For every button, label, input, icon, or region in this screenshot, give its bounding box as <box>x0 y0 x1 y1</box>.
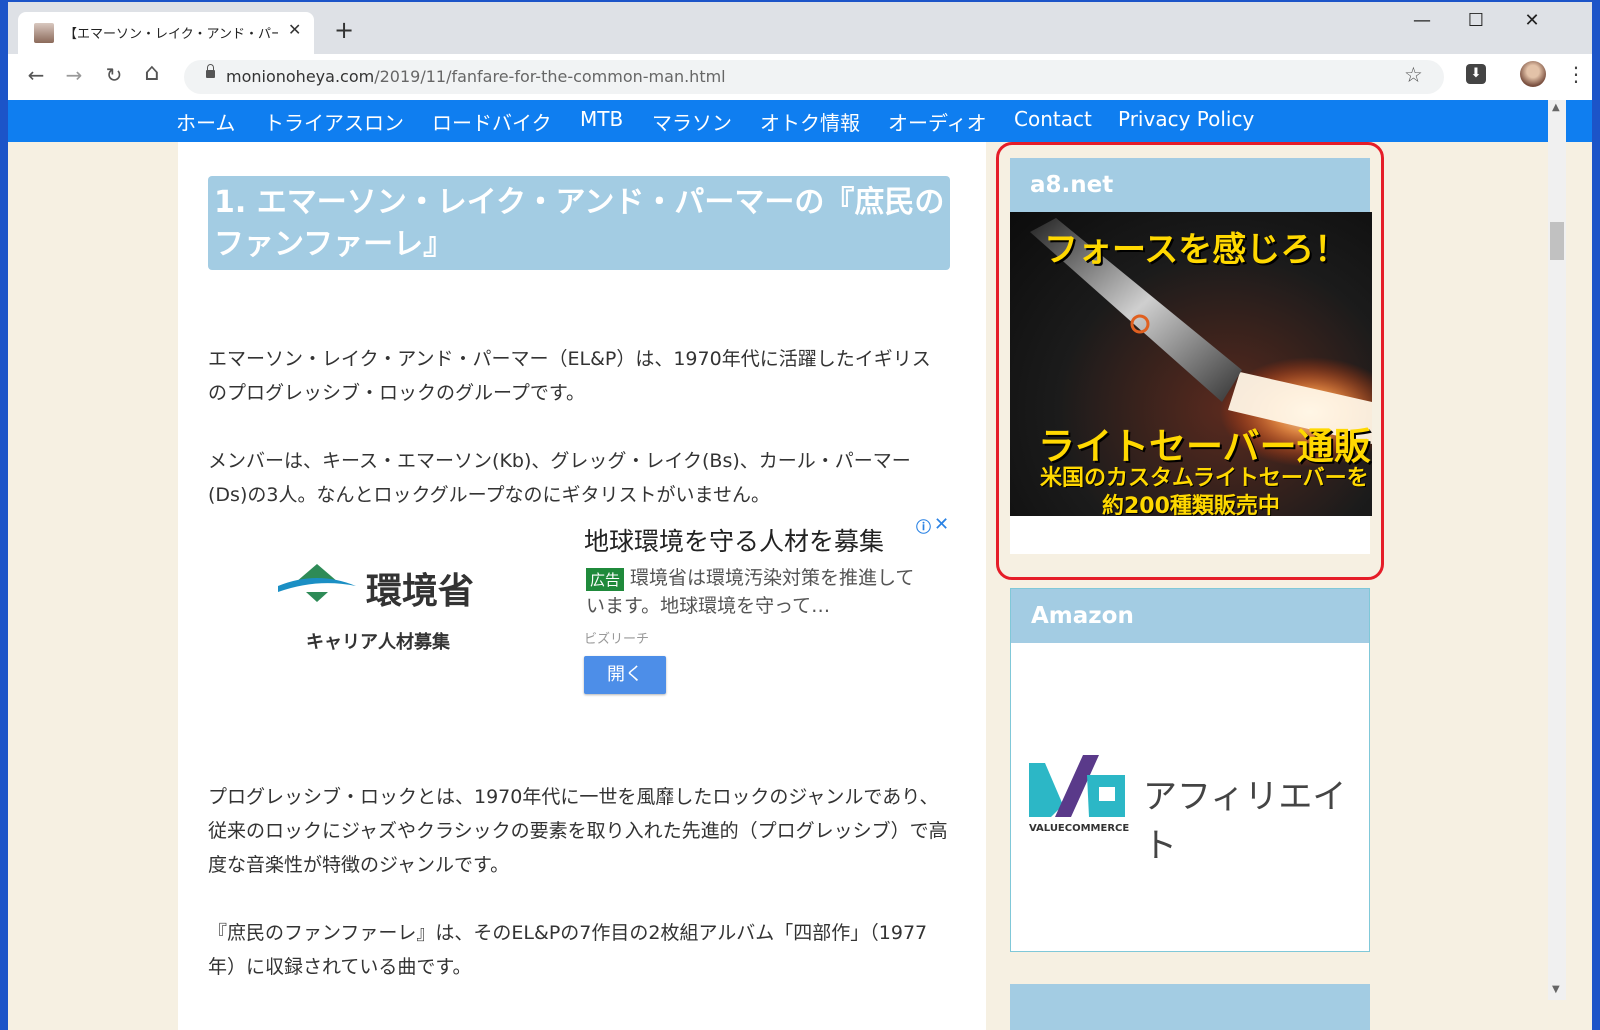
browser-toolbar: ← → ↻ ⌂ monionoheya.com/2019/11/fanfare-… <box>8 54 1592 100</box>
web-page: ホーム トライアスロン ロードバイク MTB マラソン オトク情報 オーディオ … <box>8 100 1592 1030</box>
scrollbar-thumb[interactable] <box>1550 222 1564 260</box>
nav-item-deals[interactable]: オトク情報 <box>760 107 860 136</box>
browser-tab[interactable]: 【エマーソン・レイク・アンド・パーマーの『庶民のファンファーレ』 ✕ <box>18 12 314 54</box>
minimize-button[interactable]: — <box>1402 10 1442 31</box>
ad-source: ビズリーチ <box>584 632 650 647</box>
page-scrollbar[interactable]: ▲ ▼ <box>1548 100 1566 1000</box>
bookmark-star-icon[interactable]: ☆ <box>1404 63 1423 87</box>
next-widget-header <box>1010 984 1370 1030</box>
reload-icon[interactable]: ↻ <box>100 63 128 87</box>
ad-close-icon[interactable]: ✕ <box>934 514 949 535</box>
forward-icon[interactable]: → <box>60 63 88 87</box>
nav-item-contact[interactable]: Contact <box>1014 107 1092 131</box>
ad-info-icon[interactable]: ⓘ <box>916 516 931 537</box>
home-icon[interactable]: ⌂ <box>138 58 166 86</box>
url-text: monionoheya.com/2019/11/fanfare-for-the-… <box>226 67 726 86</box>
ministry-logo-icon <box>278 564 356 602</box>
lock-icon <box>206 64 215 78</box>
tab-close-icon[interactable]: ✕ <box>288 20 301 39</box>
back-icon[interactable]: ← <box>22 63 50 87</box>
scroll-down-icon[interactable]: ▼ <box>1552 984 1560 995</box>
nav-item-mtb[interactable]: MTB <box>580 107 623 131</box>
nav-item-privacy-policy[interactable]: Privacy Policy <box>1118 107 1254 131</box>
ad-description: 環境省は環境汚染対策を推進しています。地球環境を守って… <box>586 567 915 617</box>
tab-title: 【エマーソン・レイク・アンド・パーマーの『庶民のファンファーレ』 <box>64 27 278 42</box>
close-window-button[interactable]: ✕ <box>1512 10 1552 31</box>
url-host: monionoheya.com <box>226 67 375 86</box>
profile-avatar[interactable] <box>1520 61 1546 87</box>
ad-open-button[interactable]: 開く <box>584 656 666 694</box>
affiliate-text: アフィリエイト <box>1143 777 1347 866</box>
article-paragraph: プログレッシブ・ロックとは、1970年代に一世を風靡したロックのジャンルであり、… <box>208 786 948 876</box>
maximize-button[interactable]: ☐ <box>1456 10 1496 31</box>
scroll-up-icon[interactable]: ▲ <box>1552 102 1560 113</box>
tab-strip: 【エマーソン・レイク・アンド・パーマーの『庶民のファンファーレ』 ✕ + — ☐… <box>8 2 1592 54</box>
ad-headline[interactable]: 地球環境を守る人材を募集 <box>584 522 884 558</box>
nav-item-home[interactable]: ホーム <box>176 107 235 136</box>
article-body: 1. エマーソン・レイク・アンド・パーマーの『庶民のファンファーレ』 エマーソン… <box>178 142 986 1030</box>
amazon-widget-title: Amazon <box>1011 589 1369 643</box>
valuecommerce-text: VALUECOMMERCE <box>1029 823 1130 834</box>
ad-org-name: 環境省 <box>366 571 475 612</box>
menu-kebab-icon[interactable]: ⋮ <box>1566 62 1586 86</box>
address-bar[interactable]: monionoheya.com/2019/11/fanfare-for-the-… <box>184 60 1444 94</box>
nav-item-roadbike[interactable]: ロードバイク <box>432 107 552 136</box>
site-favicon-icon <box>34 23 54 43</box>
display-ad: 環境省 キャリア人材募集 地球環境を守る人材を募集 ⓘ ✕ 環境省は環境汚染対策… <box>178 142 986 1030</box>
ad-badge: 広告 <box>586 568 625 591</box>
ad-career-text: キャリア人材募集 <box>306 632 450 653</box>
valuecommerce-logo-icon <box>1029 755 1125 817</box>
site-nav: ホーム トライアスロン ロードバイク MTB マラソン オトク情報 オーディオ … <box>8 100 1592 142</box>
amazon-widget: Amazon アフィリエイト VALUECOMMERCE <box>1010 588 1370 952</box>
extension-download-icon[interactable]: ⬇ <box>1466 64 1486 84</box>
nav-item-audio[interactable]: オーディオ <box>888 107 987 136</box>
url-path: /2019/11/fanfare-for-the-common-man.html <box>374 67 726 86</box>
new-tab-button[interactable]: + <box>334 16 354 44</box>
nav-item-marathon[interactable]: マラソン <box>652 107 732 136</box>
article-paragraph: 『庶民のファンファーレ』は、そのEL&Pの7作目の2枚組アルバム「四部作」（19… <box>208 922 928 978</box>
highlight-box <box>996 142 1384 580</box>
nav-item-triathlon[interactable]: トライアスロン <box>264 107 404 136</box>
